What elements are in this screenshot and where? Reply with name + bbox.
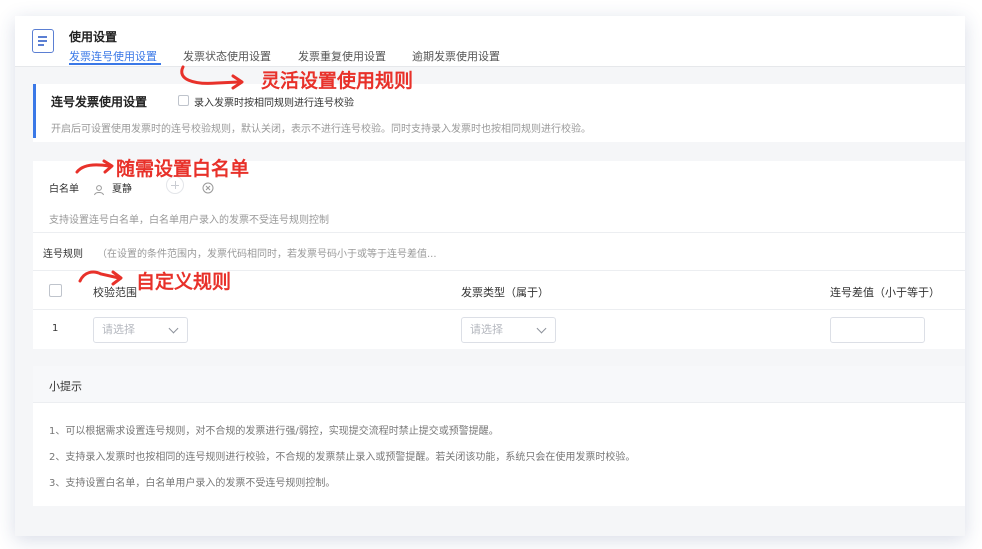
serial-section-description: 开启后可设置使用发票时的连号校验规则，默认关闭，表示不进行连号校验。同时支持录入… <box>51 124 591 135</box>
select-all-checkbox[interactable] <box>49 284 62 297</box>
serial-diff-input[interactable] <box>830 317 925 343</box>
tip-item: 2、支持录入发票时也按相同的连号规则进行校验，不合规的发票禁止录入或预警提醒。若… <box>49 452 636 463</box>
annotation-label: 随需设置白名单 <box>116 158 250 180</box>
divider <box>33 232 965 233</box>
invoice-type-select[interactable]: 请选择 <box>461 317 556 343</box>
row-index: 1 <box>52 323 59 334</box>
tab-overdue-invoice[interactable]: 逾期发票使用设置 <box>412 48 500 64</box>
annotation-arrow <box>78 270 123 286</box>
active-tab-indicator <box>69 63 161 65</box>
rule-description: （在设置的条件范围内，发票代码相同时，若发票号码小于或等于连号差值... <box>97 249 437 260</box>
col-header-invoice-type: 发票类型（属于） <box>461 286 549 299</box>
serial-check-label[interactable]: 录入发票时按相同规则进行连号校验 <box>194 94 354 109</box>
tab-serial-invoice[interactable]: 发票连号使用设置 <box>69 48 157 64</box>
page-header: 使用设置 发票连号使用设置 发票状态使用设置 发票重复使用设置 逾期发票使用设置 <box>15 16 965 67</box>
tab-invoice-status[interactable]: 发票状态使用设置 <box>183 48 271 64</box>
chevron-down-icon <box>168 323 179 334</box>
annotation-arrow <box>180 65 244 90</box>
annotation-arrow <box>75 159 114 174</box>
annotation-label: 灵活设置使用规则 <box>261 70 414 92</box>
section-accent-bar <box>33 84 36 138</box>
user-icon <box>93 181 105 196</box>
tab-duplicate-invoice[interactable]: 发票重复使用设置 <box>298 48 386 64</box>
scope-select[interactable]: 请选择 <box>93 317 188 343</box>
tip-item: 1、可以根据需求设置连号规则，对不合规的发票进行强/弱控，实现提交流程时禁止提交… <box>49 426 499 437</box>
section-title: 连号发票使用设置 <box>51 95 148 109</box>
divider <box>33 309 965 310</box>
app-window: 使用设置 发票连号使用设置 发票状态使用设置 发票重复使用设置 逾期发票使用设置… <box>15 16 965 536</box>
serial-check-checkbox[interactable] <box>178 95 189 106</box>
annotation-label: 自定义规则 <box>136 271 232 293</box>
chevron-down-icon <box>536 323 547 334</box>
tips-header <box>33 366 965 403</box>
tip-item: 3、支持设置白名单，白名单用户录入的发票不受连号规则控制。 <box>49 478 336 489</box>
col-header-serial-diff: 连号差值（小于等于） <box>830 286 940 299</box>
whitelist-hint: 支持设置连号白名单，白名单用户录入的发票不受连号规则控制 <box>49 215 329 226</box>
document-icon <box>32 29 54 53</box>
tips-title: 小提示 <box>49 380 82 393</box>
whitelist-user-tag[interactable]: 夏静 <box>112 180 132 195</box>
whitelist-label: 白名单 <box>49 184 79 195</box>
page-title: 使用设置 <box>69 30 118 44</box>
rule-label: 连号规则 <box>43 249 83 260</box>
